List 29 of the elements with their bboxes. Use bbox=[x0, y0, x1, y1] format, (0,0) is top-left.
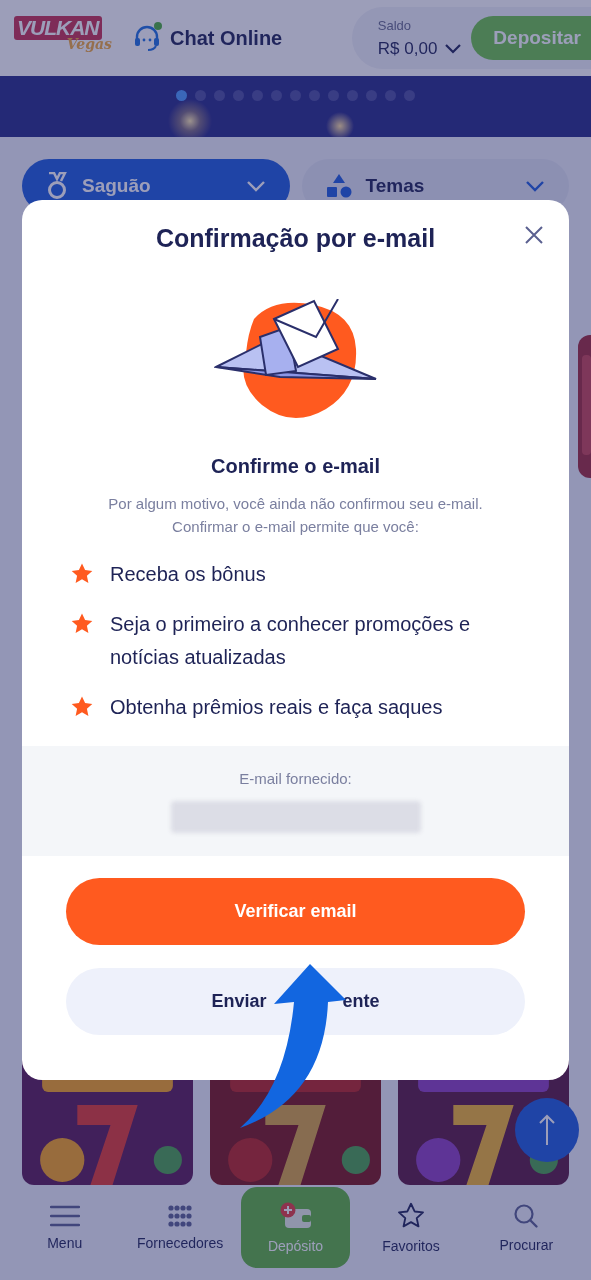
button-label-part: ente bbox=[342, 991, 380, 1012]
close-button[interactable] bbox=[525, 226, 543, 244]
balance-label: Saldo bbox=[377, 17, 413, 33]
dialog-title: Confirmação por e-mail bbox=[155, 224, 436, 253]
close-icon bbox=[525, 226, 543, 244]
verify-email-button[interactable]: Verificar email bbox=[66, 878, 525, 945]
benefit-text: Seja o primeiro a conhecer promoções e notícias atualizadas bbox=[110, 612, 472, 670]
chevron-down-icon bbox=[525, 180, 545, 192]
shapes-icon bbox=[325, 173, 352, 199]
resend-button[interactable]: Enviar ente bbox=[66, 968, 525, 1035]
chevron-down-icon bbox=[245, 180, 266, 192]
headset-icon bbox=[134, 25, 160, 51]
chat-link[interactable]: Chat Online bbox=[134, 25, 283, 51]
benefit-text: Obtenha prêmios reais e faça saques bbox=[110, 695, 443, 720]
wallet-add-icon bbox=[278, 1201, 313, 1230]
dialog-description: Por algum motivo, você ainda não confirmou seu e-mail. Confirmar o e-mail permite que você: bbox=[107, 494, 484, 537]
arrow-up-icon bbox=[538, 1114, 556, 1146]
grid-icon bbox=[168, 1204, 193, 1227]
logo[interactable]: VULKAN Vegas bbox=[14, 16, 112, 60]
benefit-text: Receba os bônus bbox=[110, 562, 266, 587]
email-label: E-mail fornecido: bbox=[239, 769, 352, 787]
menu-icon bbox=[49, 1204, 80, 1227]
balance-dropdown[interactable]: R$ 0,00 bbox=[377, 38, 462, 59]
carousel-dot[interactable] bbox=[176, 90, 187, 101]
star-icon bbox=[396, 1201, 425, 1230]
chevron-down-icon bbox=[445, 43, 462, 54]
dialog-heading: Confirme o e-mail bbox=[211, 455, 380, 478]
button-label-part: Enviar bbox=[211, 991, 267, 1012]
search-icon bbox=[513, 1202, 540, 1229]
